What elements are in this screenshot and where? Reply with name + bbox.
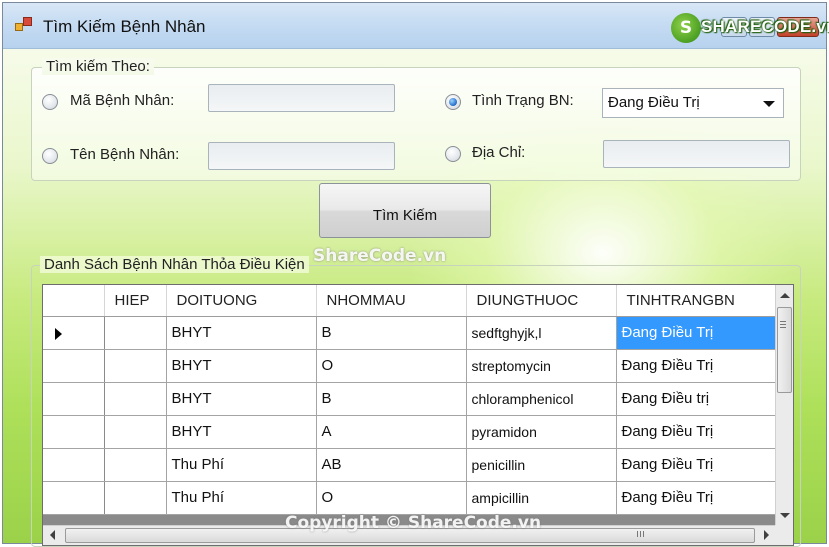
address-label: Địa Chỉ: — [472, 144, 526, 161]
table-row[interactable]: BHYT A pyramidon Đang Điều Trị — [43, 415, 777, 449]
cell-hiep[interactable] — [104, 415, 167, 449]
table-row[interactable]: Thu Phí O ampicillin Đang Điều Trị — [43, 481, 777, 515]
row-header[interactable] — [43, 316, 105, 350]
cell-nhommau[interactable]: AB — [316, 448, 467, 482]
row-header[interactable] — [43, 349, 105, 383]
table-row[interactable]: BHYT B chloramphenicol Đang Điều trị — [43, 382, 777, 416]
cell-diungthuoc[interactable]: pyramidon — [466, 415, 617, 449]
scroll-down-arrow-icon[interactable] — [776, 507, 793, 525]
patient-id-input[interactable] — [208, 84, 395, 112]
patient-status-selected: Đang Điều Trị — [608, 94, 700, 111]
vertical-grip-icon — [780, 321, 786, 322]
sharecode-logo-icon: S — [671, 13, 701, 43]
current-row-pointer-icon — [55, 327, 62, 340]
scrollbar-corner — [775, 525, 793, 545]
cell-nhommau[interactable]: B — [316, 382, 467, 416]
row-header[interactable] — [43, 415, 105, 449]
column-header-doituong[interactable]: DOITUONG — [166, 285, 317, 317]
sharecode-logo-text: SHARECODE.vn — [701, 17, 829, 36]
table-row[interactable]: BHYT O streptomycin Đang Điều Trị — [43, 349, 777, 383]
patient-name-input[interactable] — [208, 142, 395, 170]
cell-doituong[interactable]: BHYT — [166, 415, 317, 449]
cell-hiep[interactable] — [104, 316, 167, 350]
patient-name-label: Tên Bệnh Nhân: — [70, 146, 180, 163]
row-header-corner — [43, 285, 105, 317]
address-input[interactable] — [603, 140, 790, 168]
radio-patient-id[interactable] — [42, 94, 58, 110]
cell-nhommau[interactable]: B — [316, 316, 467, 350]
cell-tinhtrangbn[interactable]: Đang Điều Trị — [616, 415, 777, 449]
watermark-copyright: Copyright © ShareCode.vn — [285, 513, 542, 533]
vertical-scroll-thumb[interactable] — [777, 307, 792, 393]
cell-tinhtrangbn[interactable]: Đang Điều Trị — [616, 349, 777, 383]
row-header[interactable] — [43, 448, 105, 482]
cell-doituong[interactable]: BHYT — [166, 316, 317, 350]
radio-address[interactable] — [445, 146, 461, 162]
scroll-up-arrow-icon[interactable] — [776, 287, 793, 305]
results-table: HIEP DOITUONG NHOMMAU DIUNGTHUOC TINHTRA… — [43, 285, 777, 515]
cell-hiep[interactable] — [104, 481, 167, 515]
results-group-legend: Danh Sách Bệnh Nhân Thỏa Điều Kiện — [40, 256, 309, 273]
app-icon — [15, 17, 33, 33]
search-button[interactable]: Tìm Kiếm — [319, 183, 491, 238]
scroll-right-arrow-icon[interactable] — [757, 526, 775, 544]
cell-nhommau[interactable]: A — [316, 415, 467, 449]
table-row[interactable]: BHYT B sedftghyjk,l Đang Điều Trị — [43, 316, 777, 350]
patient-status-label: Tình Trạng BN: — [472, 92, 574, 109]
search-group-legend: Tìm kiếm Theo: — [42, 58, 154, 75]
cell-nhommau[interactable]: O — [316, 349, 467, 383]
cell-tinhtrangbn[interactable]: Đang Điều Trị — [616, 448, 777, 482]
cell-doituong[interactable]: BHYT — [166, 382, 317, 416]
cell-tinhtrangbn-selected[interactable]: Đang Điều Trị — [616, 316, 777, 350]
sharecode-logo: S SHARECODE.vn — [671, 13, 829, 43]
column-header-nhommau[interactable]: NHOMMAU — [316, 285, 467, 317]
column-header-diungthuoc[interactable]: DIUNGTHUOC — [466, 285, 617, 317]
patient-results-grid[interactable]: HIEP DOITUONG NHOMMAU DIUNGTHUOC TINHTRA… — [42, 284, 794, 546]
chevron-down-icon[interactable] — [763, 101, 775, 107]
cell-diungthuoc[interactable]: streptomycin — [466, 349, 617, 383]
cell-doituong[interactable]: Thu Phí — [166, 448, 317, 482]
cell-tinhtrangbn[interactable]: Đang Điều Trị — [616, 481, 777, 515]
results-group: Danh Sách Bệnh Nhân Thỏa Điều Kiện HIEP … — [31, 256, 801, 547]
search-criteria-group: Tìm kiếm Theo: Mã Bệnh Nhân: Tên Bệnh Nh… — [31, 58, 801, 181]
cell-diungthuoc[interactable]: sedftghyjk,l — [466, 316, 617, 350]
scroll-left-arrow-icon[interactable] — [45, 526, 63, 544]
cell-hiep[interactable] — [104, 382, 167, 416]
cell-doituong[interactable]: BHYT — [166, 349, 317, 383]
cell-tinhtrangbn[interactable]: Đang Điều trị — [616, 382, 777, 416]
cell-hiep[interactable] — [104, 349, 167, 383]
window-title: Tìm Kiếm Bệnh Nhân — [43, 17, 206, 36]
app-window: Tìm Kiếm Bệnh Nhân S SHARECODE.vn Tìm ki… — [2, 2, 829, 547]
cell-diungthuoc[interactable]: chloramphenicol — [466, 382, 617, 416]
table-row[interactable]: Thu Phí AB penicillin Đang Điều Trị — [43, 448, 777, 482]
patient-id-label: Mã Bệnh Nhân: — [70, 92, 175, 109]
title-bar: Tìm Kiếm Bệnh Nhân S SHARECODE.vn — [3, 3, 829, 49]
cell-diungthuoc[interactable]: ampicillin — [466, 481, 617, 515]
vertical-scrollbar[interactable] — [775, 285, 793, 527]
cell-diungthuoc[interactable]: penicillin — [466, 448, 617, 482]
cell-nhommau[interactable]: O — [316, 481, 467, 515]
row-header[interactable] — [43, 382, 105, 416]
table-header-row: HIEP DOITUONG NHOMMAU DIUNGTHUOC TINHTRA… — [43, 285, 777, 317]
horizontal-grip-icon — [637, 531, 638, 537]
watermark-center: ShareCode.vn — [313, 246, 447, 266]
patient-status-dropdown[interactable]: Đang Điều Trị — [602, 88, 784, 118]
cell-doituong[interactable]: Thu Phí — [166, 481, 317, 515]
cell-hiep[interactable] — [104, 448, 167, 482]
radio-patient-status[interactable] — [445, 94, 461, 110]
row-header[interactable] — [43, 481, 105, 515]
radio-patient-name[interactable] — [42, 148, 58, 164]
column-header-tinhtrangbn[interactable]: TINHTRANGBN — [616, 285, 777, 317]
column-header-hiep[interactable]: HIEP — [104, 285, 167, 317]
